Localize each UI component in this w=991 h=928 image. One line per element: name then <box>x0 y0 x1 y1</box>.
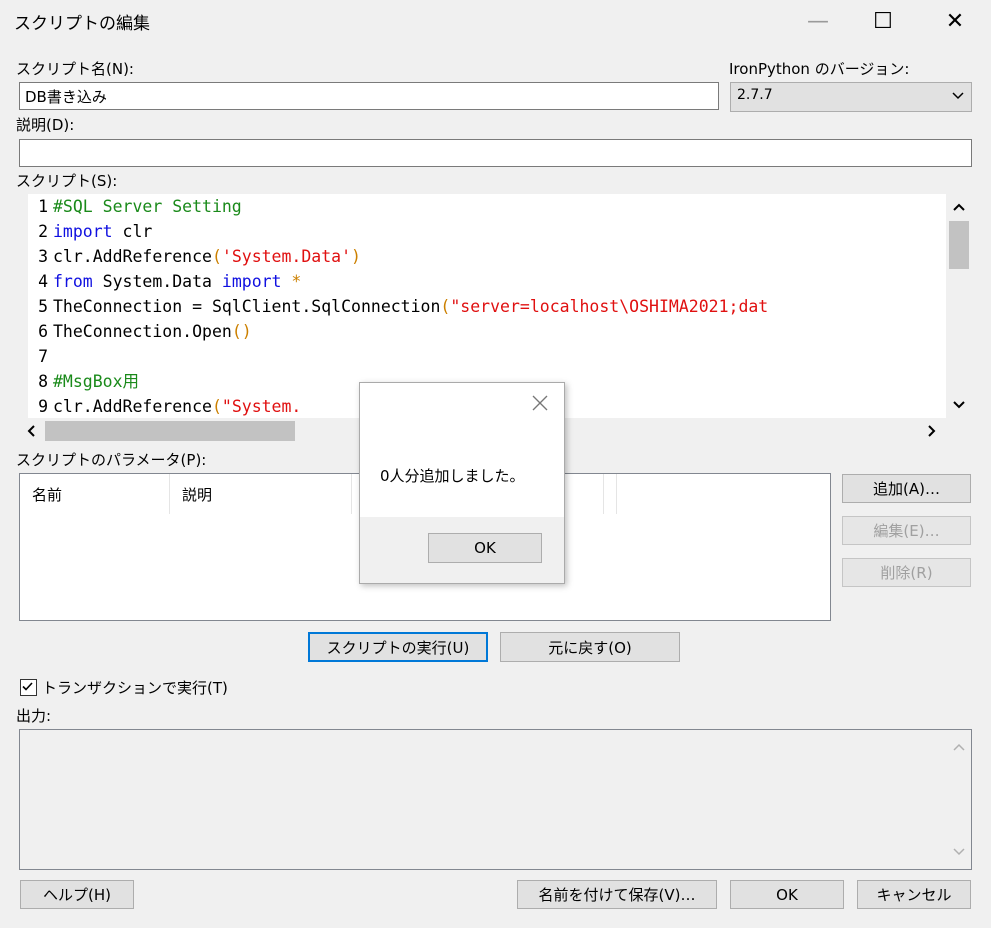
script-vertical-thumb[interactable] <box>949 221 969 269</box>
close-button[interactable]: ✕ <box>925 0 985 42</box>
output-scroll-up-icon[interactable] <box>953 738 965 756</box>
run-script-button[interactable]: スクリプトの実行(U) <box>308 632 488 662</box>
script-name-input[interactable]: DB書き込み <box>19 82 719 110</box>
code-token: ( <box>211 247 222 266</box>
scroll-down-icon[interactable] <box>950 394 968 416</box>
code-line: 2 import clr <box>28 219 946 244</box>
revert-button[interactable]: 元に戻す(O) <box>500 632 680 662</box>
code-line: 3 clr.AddReference('System.Data') <box>28 244 946 269</box>
line-number: 1 <box>38 197 48 216</box>
save-as-button[interactable]: 名前を付けて保存(V)… <box>517 880 717 909</box>
code-line: 4 from System.Data import * <box>28 269 946 294</box>
line-number: 5 <box>38 297 48 316</box>
code-token: * <box>281 272 302 291</box>
window-title: スクリプトの編集 <box>14 14 150 34</box>
code-token: "System. <box>221 397 302 416</box>
code-token: clr.AddReference <box>53 247 212 266</box>
cancel-button[interactable]: キャンセル <box>857 880 971 909</box>
ironpython-version-label: IronPython のバージョン: <box>729 60 910 78</box>
scroll-right-icon[interactable] <box>922 422 942 440</box>
line-number: 3 <box>38 247 48 266</box>
output-label: 出力: <box>16 707 52 725</box>
transaction-checkbox-row[interactable]: トランザクションで実行(T) <box>20 677 228 697</box>
code-token: ( <box>211 397 222 416</box>
column-header-4[interactable] <box>604 474 617 514</box>
message-box-footer: OK <box>360 517 564 583</box>
description-input[interactable] <box>19 139 972 167</box>
chevron-down-icon <box>951 86 965 110</box>
code-token: clr <box>112 222 153 241</box>
line-number: 2 <box>38 222 48 241</box>
transaction-label: トランザクションで実行(T) <box>42 678 228 697</box>
script-name-label: スクリプト名(N): <box>16 60 134 78</box>
ok-button[interactable]: OK <box>730 880 844 909</box>
edit-parameter-button[interactable]: 編集(E)… <box>842 516 971 545</box>
message-box: 0人分追加しました。 OK <box>359 382 565 584</box>
delete-parameter-button[interactable]: 削除(R) <box>842 558 971 587</box>
code-token: TheConnection.Open <box>53 322 232 341</box>
code-line: 6 TheConnection.Open() <box>28 319 946 344</box>
line-number: 8 <box>38 372 48 391</box>
column-header-description[interactable]: 説明 <box>170 474 352 514</box>
code-token: () <box>231 322 252 341</box>
line-number: 4 <box>38 272 48 291</box>
ironpython-version-value: 2.7.7 <box>737 87 773 103</box>
code-line: 5 TheConnection = SqlClient.SqlConnection… <box>28 294 946 319</box>
code-token: ) <box>351 247 361 266</box>
message-box-close-icon[interactable] <box>528 391 552 415</box>
code-token: from <box>53 272 93 291</box>
column-header-name[interactable]: 名前 <box>20 474 170 514</box>
script-label: スクリプト(S): <box>16 172 118 190</box>
minimize-button[interactable]: — <box>788 0 848 42</box>
ironpython-version-select[interactable]: 2.7.7 <box>730 82 972 112</box>
code-token: TheConnection = SqlClient.SqlConnection <box>53 297 441 316</box>
parameters-label: スクリプトのパラメータ(P): <box>16 451 207 469</box>
scroll-up-icon[interactable] <box>950 196 968 218</box>
code-token: import <box>221 272 282 291</box>
code-token: ( <box>440 297 451 316</box>
code-token: import <box>53 222 113 241</box>
code-token: #MsgBox用 <box>53 372 140 391</box>
script-horizontal-thumb[interactable] <box>45 421 295 441</box>
code-token: clr.AddReference <box>53 397 212 416</box>
output-scroll-down-icon[interactable] <box>953 843 965 861</box>
maximize-button[interactable]: ☐ <box>853 0 913 42</box>
add-parameter-button[interactable]: 追加(A)… <box>842 474 971 503</box>
code-token: #SQL Server Setting <box>53 197 242 216</box>
description-label: 説明(D): <box>16 116 75 134</box>
line-number: 6 <box>38 322 48 341</box>
help-button[interactable]: ヘルプ(H) <box>20 880 134 909</box>
code-token: "server=localhost\OSHIMA2021;dat <box>450 297 769 316</box>
script-vertical-scrollbar[interactable] <box>946 194 972 418</box>
message-box-ok-button[interactable]: OK <box>428 533 542 563</box>
transaction-checkbox[interactable] <box>20 678 37 696</box>
line-number: 7 <box>38 347 48 366</box>
message-box-text: 0人分追加しました。 <box>380 467 525 485</box>
line-number: 9 <box>38 397 48 416</box>
scroll-left-icon[interactable] <box>21 422 41 440</box>
code-line: 1 #SQL Server Setting <box>28 194 946 219</box>
code-line: 7 <box>28 344 946 369</box>
code-token: 'System.Data' <box>221 247 352 266</box>
output-area[interactable] <box>19 729 972 870</box>
checkmark-icon <box>22 681 33 691</box>
code-token: System.Data <box>92 272 222 291</box>
